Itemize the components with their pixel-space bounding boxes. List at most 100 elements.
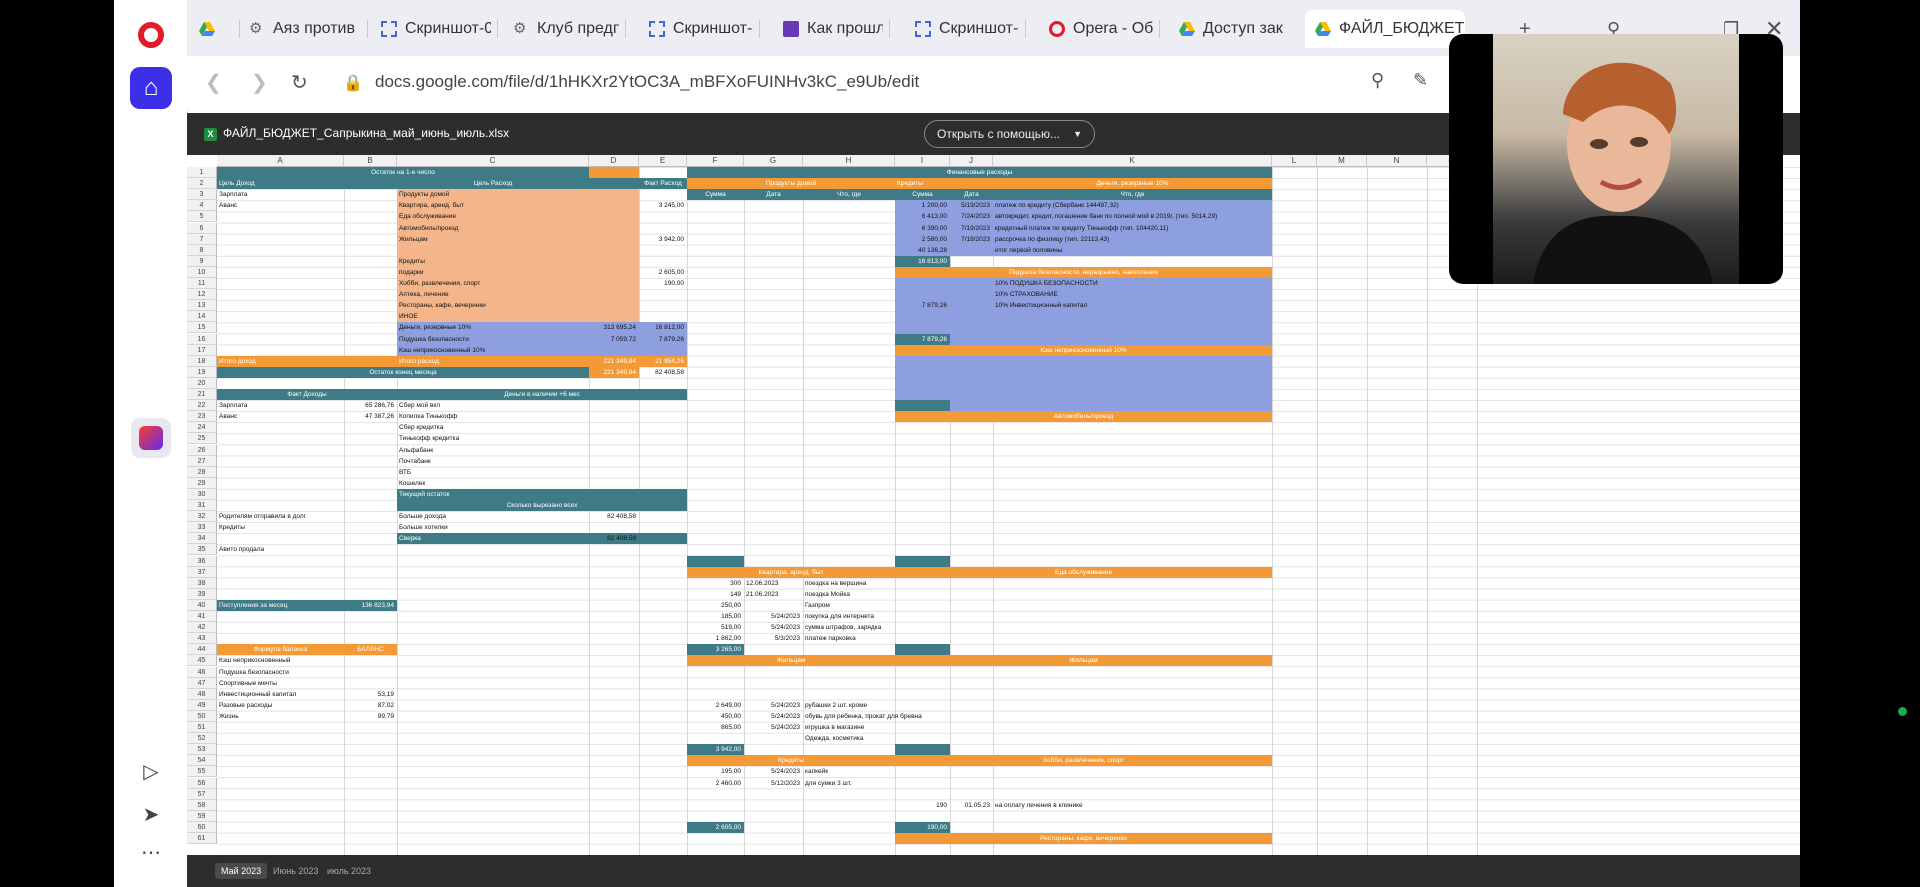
column-header: G xyxy=(744,155,803,167)
cell-i4: 1 200,00 xyxy=(921,202,947,210)
cell-g39: 21.06.2023 xyxy=(746,590,779,598)
cell-f45: Жильцам xyxy=(776,657,806,665)
row-header: 15 xyxy=(187,322,217,334)
cell-f41: 185,00 xyxy=(721,613,741,620)
cell-e11: 190,00 xyxy=(664,280,684,287)
cell-c2: Цель Расход xyxy=(473,180,513,188)
aria-icon[interactable] xyxy=(131,418,171,458)
reload-icon[interactable]: ↻ xyxy=(291,70,308,95)
cell-g50: 5/24/2023 xyxy=(771,712,800,720)
cell-a50: Жизнь xyxy=(219,712,239,720)
row-header: 57 xyxy=(187,788,217,800)
cell-d16: 7 059,72 xyxy=(610,335,636,343)
cell-g49: 5/24/2023 xyxy=(771,701,800,709)
video-call-overlay[interactable] xyxy=(1449,34,1783,284)
cell-k13: 10% Инвестиционный капитал xyxy=(995,302,1088,310)
row-header: 38 xyxy=(187,577,217,589)
sheet-tab-june[interactable]: Июнь 2023 xyxy=(267,863,324,879)
url-field[interactable]: docs.google.com/file/d/1hHKXr2YtOC3A_mBF… xyxy=(375,72,919,92)
player-icon[interactable]: ▷ xyxy=(138,759,164,785)
cell-a44: Формула баланса xyxy=(253,646,308,654)
cell-h42: сумма штрафов, зарядка xyxy=(805,624,882,632)
tab-6[interactable]: Скриншот-0 xyxy=(915,14,1019,44)
column-header: B xyxy=(344,155,397,167)
column-header: F xyxy=(687,155,744,167)
cell-f39: 149 xyxy=(730,590,741,598)
sheet-tab-bar: Май 2023 Июнь 2023 июль 2023 xyxy=(187,855,1800,887)
cell-i9: 16 813,00 xyxy=(918,257,947,265)
cell-e19: 82 408,58 xyxy=(655,368,684,376)
tab-drive[interactable] xyxy=(199,14,229,44)
row-header: 43 xyxy=(187,633,217,645)
cell-a45: Кэш неприкосновенный xyxy=(219,657,291,665)
column-header: E xyxy=(639,155,687,167)
cell-c30: Текущий остаток xyxy=(399,490,450,498)
sheet-tab-may[interactable]: Май 2023 xyxy=(215,863,268,879)
tab-8[interactable]: Доступ закр xyxy=(1179,14,1283,44)
row-header: 48 xyxy=(187,688,217,700)
cell-c17: Кэш неприкосновенный 10% xyxy=(399,346,486,354)
sheet-tab-july[interactable]: июль 2023 xyxy=(321,863,377,879)
tab-4[interactable]: Скриншот-0 xyxy=(649,14,753,44)
cell-a32: Родителям отправила в долг xyxy=(219,513,307,521)
cell-c33: Больше хотелки xyxy=(399,524,448,532)
cell-i60: 190,00 xyxy=(927,823,947,831)
tab-label: Скриншот-0 xyxy=(939,20,1019,37)
cell-g42: 5/24/2023 xyxy=(771,624,800,632)
row-header: 37 xyxy=(187,566,217,578)
cell-k5: автокредит, кредит, погашение банк по по… xyxy=(995,213,1218,221)
cell-f44: 3 265,00 xyxy=(715,646,741,654)
cell-a1: Остаток на 1-е число xyxy=(371,169,435,176)
row-header: 23 xyxy=(187,411,217,423)
tab-3[interactable]: ⚙ Клуб предпр xyxy=(513,14,619,44)
more-icon[interactable]: ⋯ xyxy=(138,840,164,866)
cell-i3: Сумма xyxy=(912,191,933,199)
cell-c9: Кредиты xyxy=(399,257,425,265)
home-icon[interactable]: ⌂ xyxy=(130,67,172,109)
row-header: 27 xyxy=(187,455,217,467)
forward-icon[interactable]: ❯ xyxy=(251,70,268,95)
cell-g3: Дата xyxy=(766,191,781,199)
google-drive-icon xyxy=(1179,22,1195,36)
cell-i2: Кредиты xyxy=(897,180,923,188)
tab-1[interactable]: ⚙ Аяз против xyxy=(249,14,361,44)
back-icon[interactable]: ❮ xyxy=(205,70,222,95)
cell-a18: Итого доход xyxy=(219,357,256,365)
screenshot-icon xyxy=(381,21,397,37)
cell-a2: Цель Доход xyxy=(219,180,255,188)
cell-f40: 250,00 xyxy=(721,601,741,609)
column-line xyxy=(1317,167,1318,855)
cell-j7: 7/19/2023 xyxy=(961,235,990,243)
cell-i58: 190 xyxy=(936,801,947,809)
row-header: 16 xyxy=(187,333,217,345)
opera-icon xyxy=(1049,21,1065,37)
cell-c16: Подушка безопасности xyxy=(399,335,469,343)
lock-icon: 🔒 xyxy=(343,75,363,92)
tab-7[interactable]: Opera - Обн xyxy=(1049,14,1153,44)
row-header: 12 xyxy=(187,289,217,301)
zoom-search-icon[interactable]: ⚲ xyxy=(1371,70,1384,91)
cell-j4: 5/19/2023 xyxy=(961,202,990,210)
cell-f51: 865,00 xyxy=(721,724,741,731)
cell-g41: 5/24/2023 xyxy=(771,613,800,620)
tab-5[interactable]: Как прошла xyxy=(783,14,883,44)
tab-2[interactable]: Скриншот-0 xyxy=(381,14,491,44)
cell-c31: Сколько вырезано всех xyxy=(506,502,578,509)
chevron-down-icon: ▼ xyxy=(1073,129,1083,139)
column-line xyxy=(744,167,745,855)
edit-icon[interactable]: ✎ xyxy=(1413,70,1428,91)
cell-c18: Итого расход xyxy=(399,357,439,365)
column-line xyxy=(1367,167,1368,855)
cell-a49: Разовые расходы xyxy=(219,701,273,709)
row-header: 53 xyxy=(187,744,217,756)
column-line xyxy=(344,167,345,855)
tab-active[interactable]: ФАЙЛ_БЮДЖЕТ_Сапр xyxy=(1305,10,1465,48)
cell-h39: поездка Мойка xyxy=(805,590,850,598)
cell-c34: Сверка xyxy=(399,535,421,543)
send-icon[interactable]: ➤ xyxy=(138,802,164,828)
open-with-button[interactable]: Открыть с помощью... ▼ xyxy=(924,120,1096,148)
cell-a21: Факт Доходы xyxy=(287,391,327,398)
row-header: 29 xyxy=(187,477,217,489)
row-header: 60 xyxy=(187,821,217,833)
opera-logo-icon[interactable] xyxy=(138,22,164,48)
